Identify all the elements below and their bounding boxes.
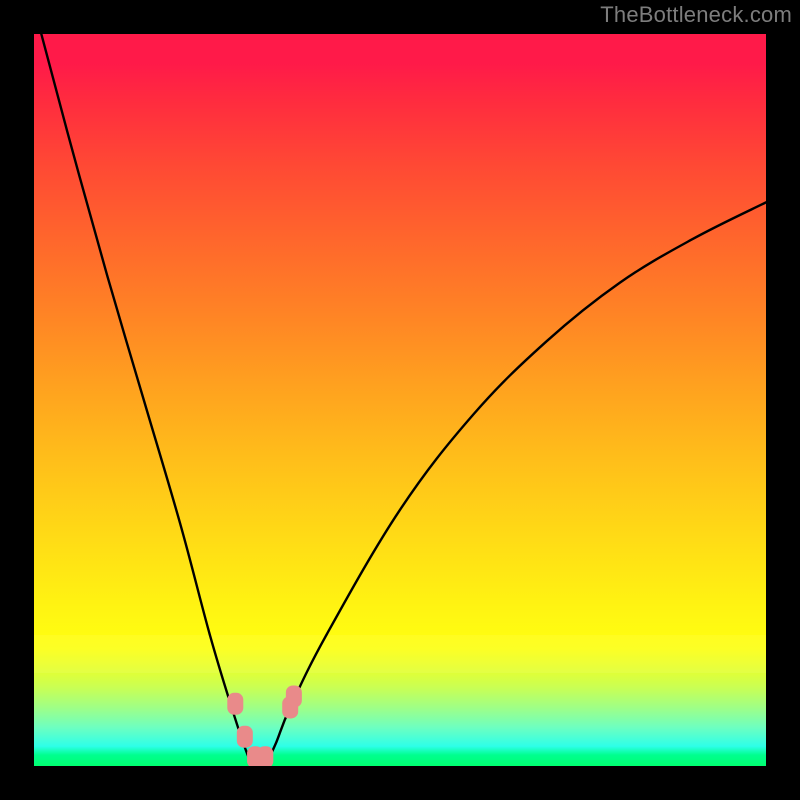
data-marker (286, 685, 302, 707)
data-marker (237, 726, 253, 748)
bottleneck-curve (41, 34, 766, 766)
plot-area (34, 34, 766, 766)
data-marker (227, 693, 243, 715)
watermark-text: TheBottleneck.com (600, 2, 792, 28)
chart-overlay (34, 34, 766, 766)
chart-stage: TheBottleneck.com (0, 0, 800, 800)
data-marker (257, 746, 273, 766)
